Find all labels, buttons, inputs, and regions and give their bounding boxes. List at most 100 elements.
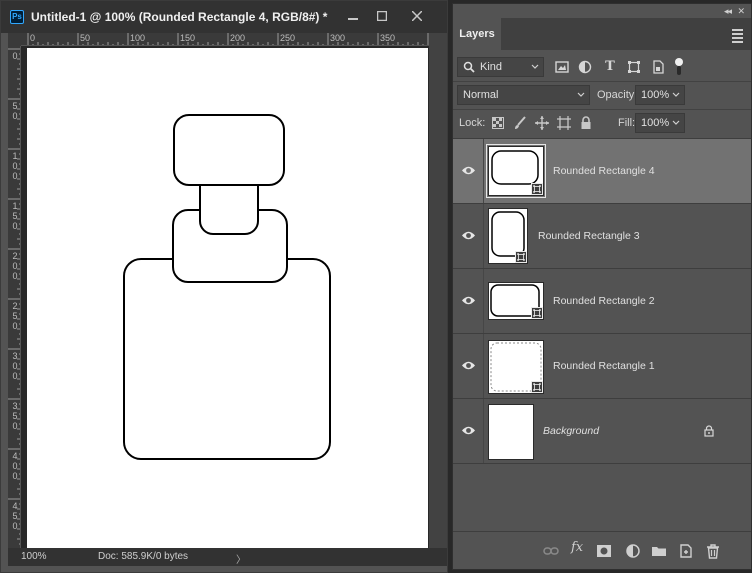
layer-row[interactable]: Rounded Rectangle 3 [453,204,751,269]
layer-style-button[interactable]: fx [571,540,587,556]
layer-name: Rounded Rectangle 4 [553,165,655,177]
layer-row[interactable]: Background [453,399,751,464]
status-bar: 100% Doc: 585.9K/0 bytes 〉 [8,548,447,566]
eye-icon[interactable] [461,230,476,241]
canvas-area[interactable] [21,46,429,548]
document-canvas[interactable] [27,48,428,548]
smart-object-filter-icon[interactable] [651,60,665,74]
eye-icon[interactable] [461,165,476,176]
close-document-button[interactable] [397,7,437,25]
tab-layers[interactable]: Layers [453,18,501,50]
opacity-value: 100% [641,89,670,101]
ruler-label: 300 [330,33,346,43]
minimize-button[interactable] [338,7,368,25]
ruler-label: 1 5 0 [12,201,18,231]
layer-name: Background [543,425,600,437]
layer-thumbnail [488,208,528,264]
adjustment-layer-filter-icon[interactable] [578,60,592,74]
layer-thumbnail [488,282,544,320]
blend-mode-select[interactable]: Normal [457,85,590,105]
add-layer-mask-icon[interactable] [596,543,612,559]
rounded-rectangle-1[interactable] [123,258,331,460]
fill-field[interactable]: 100% [635,113,685,133]
layer-row[interactable]: Rounded Rectangle 4 [453,139,751,204]
type-layer-filter-icon[interactable]: T [603,60,617,74]
close-panel-icon[interactable]: ✕ [737,6,745,17]
layer-thumbnail [488,340,544,394]
vector-mask-icon [531,183,543,195]
layer-name: Rounded Rectangle 1 [553,360,655,372]
maximize-button[interactable] [367,7,397,25]
lock-position-icon[interactable] [535,116,549,130]
vertical-ruler[interactable]: 0 5 0 1 0 0 1 5 0 2 0 0 2 5 0 3 0 0 3 5 0 4 0 0 4… [8,46,21,548]
search-icon [463,61,475,73]
blend-mode-value: Normal [463,89,499,101]
rounded-rectangle-4[interactable] [173,114,285,186]
layer-thumbnail [486,144,546,198]
lock-all-icon[interactable] [579,116,593,130]
collapse-panel-icon[interactable]: ◂◂ [724,6,732,17]
lock-icon [704,425,714,437]
layer-thumbnail [488,404,534,460]
document-window: Ps Untitled-1 @ 100% (Rounded Rectangle … [0,0,448,573]
minimize-icon [348,18,358,20]
panel-menu-icon[interactable] [732,29,743,45]
trash-icon[interactable] [705,543,721,559]
ruler-label: 3 0 0 [12,351,18,381]
eye-icon[interactable] [461,360,476,371]
layer-row[interactable]: Rounded Rectangle 2 [453,269,751,334]
vector-mask-icon [531,307,543,319]
ruler-label: 200 [230,33,246,43]
layer-list[interactable]: Rounded Rectangle 4 Rounded Rectangle 3 … [453,138,751,531]
document-tab[interactable]: Ps Untitled-1 @ 100% (Rounded Rectangle … [1,1,447,33]
maximize-icon [377,11,387,21]
panel-tab-bar: Layers [453,18,751,50]
close-icon [412,11,422,21]
new-adjustment-layer-icon[interactable] [625,543,641,559]
lock-artboard-icon[interactable] [557,116,571,130]
opacity-label: Opacity: [597,89,638,101]
lock-image-pixels-icon[interactable] [513,116,527,130]
eye-icon[interactable] [461,295,476,306]
filter-toggle-switch[interactable] [675,58,683,76]
photoshop-app-icon: Ps [10,10,24,24]
chevron-down-icon [577,92,585,97]
eye-icon[interactable] [461,425,476,436]
document-title: Untitled-1 @ 100% (Rounded Rectangle 4, … [31,10,328,24]
opacity-field[interactable]: 100% [635,85,685,105]
layers-panel: ◂◂ ✕ Layers Kind T Normal Opacity: 100% … [452,3,752,570]
horizontal-ruler[interactable]: 0 50 100 150 200 250 300 350 [21,33,429,46]
ruler-label: 3 5 0 [12,401,18,431]
chevron-down-icon[interactable] [672,86,680,104]
lock-label: Lock: [459,117,486,129]
new-group-folder-icon[interactable] [651,543,667,559]
chevron-down-icon[interactable] [672,114,680,132]
vector-mask-icon [531,381,543,393]
ruler-origin[interactable] [8,33,21,46]
zoom-level[interactable]: 100% [21,551,47,562]
filter-kind-label: Kind [480,61,503,73]
ruler-label: 0 [12,51,18,61]
ruler-label: 150 [180,33,196,43]
ruler-label: 50 [80,33,91,43]
ruler-label: 350 [380,33,396,43]
layer-row[interactable]: Rounded Rectangle 1 [453,334,751,399]
filter-kind-select[interactable]: Kind [457,57,544,77]
fill-label: Fill: [618,117,636,129]
status-menu-arrow[interactable]: 〉 [236,551,246,566]
new-layer-icon[interactable] [678,543,694,559]
link-layers-icon[interactable] [543,543,559,559]
ruler-label: 4 5 0 [12,501,18,531]
lock-transparent-pixels-icon[interactable] [491,116,505,130]
layer-name: Rounded Rectangle 2 [553,295,655,307]
pixel-layer-filter-icon[interactable] [555,60,569,74]
chevron-down-icon [531,64,539,69]
vector-mask-icon [515,251,527,263]
ruler-label: 5 0 [12,101,18,121]
ruler-label: 2 0 0 [12,251,18,281]
ruler-label: 1 0 0 [12,151,18,181]
ruler-label: 0 [30,33,36,43]
canvas-shapes [123,114,331,460]
vertical-scrollbar[interactable] [429,33,447,548]
shape-layer-filter-icon[interactable] [627,60,641,74]
